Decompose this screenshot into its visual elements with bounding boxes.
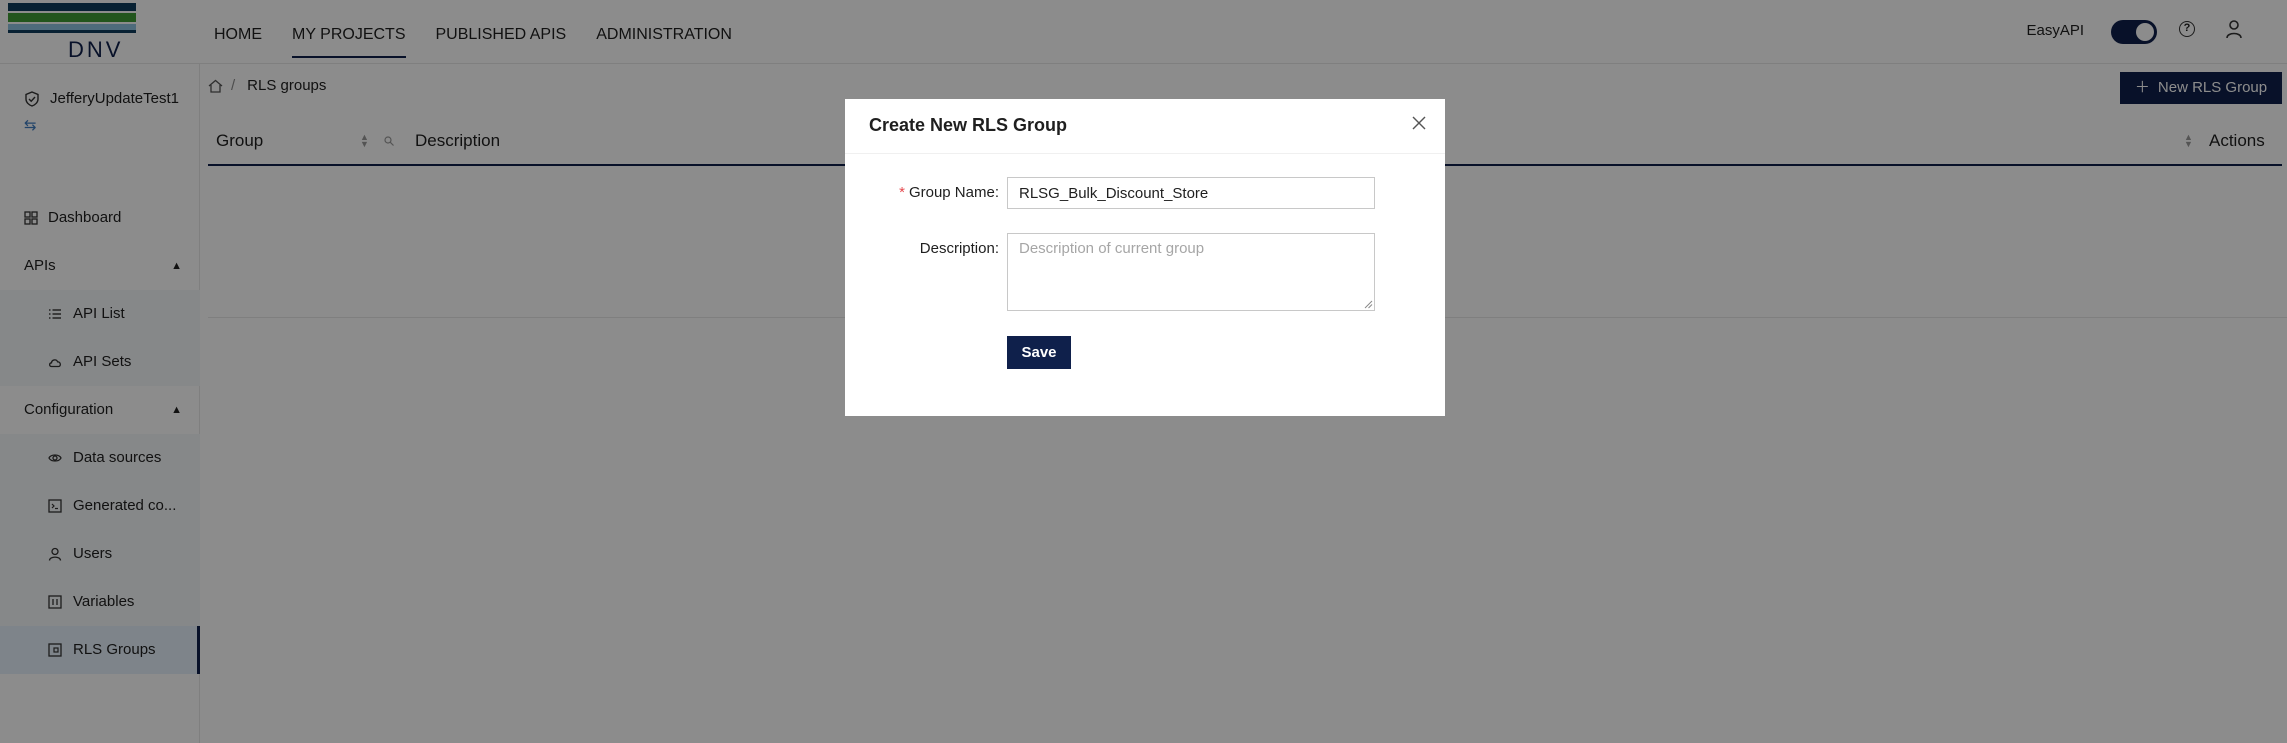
create-rls-group-modal: Create New RLS Group *Group Name: Descri… [845,99,1445,416]
description-label: Description: [920,240,999,257]
resize-handle-icon[interactable] [1364,300,1373,309]
label-colon: : [994,184,999,201]
save-button[interactable]: Save [1007,336,1071,369]
group-name-label: * Group Name: [899,184,999,201]
description-textarea[interactable] [1007,233,1375,311]
modal-title: Create New RLS Group [869,115,1068,135]
close-icon[interactable] [1411,115,1427,131]
required-mark: * [899,184,905,201]
group-name-input[interactable] [1007,177,1375,209]
description-label-text: Description [919,240,995,257]
group-name-label-text: Group Name [908,184,995,201]
modal-divider [845,153,1445,154]
label-colon: : [994,240,999,257]
